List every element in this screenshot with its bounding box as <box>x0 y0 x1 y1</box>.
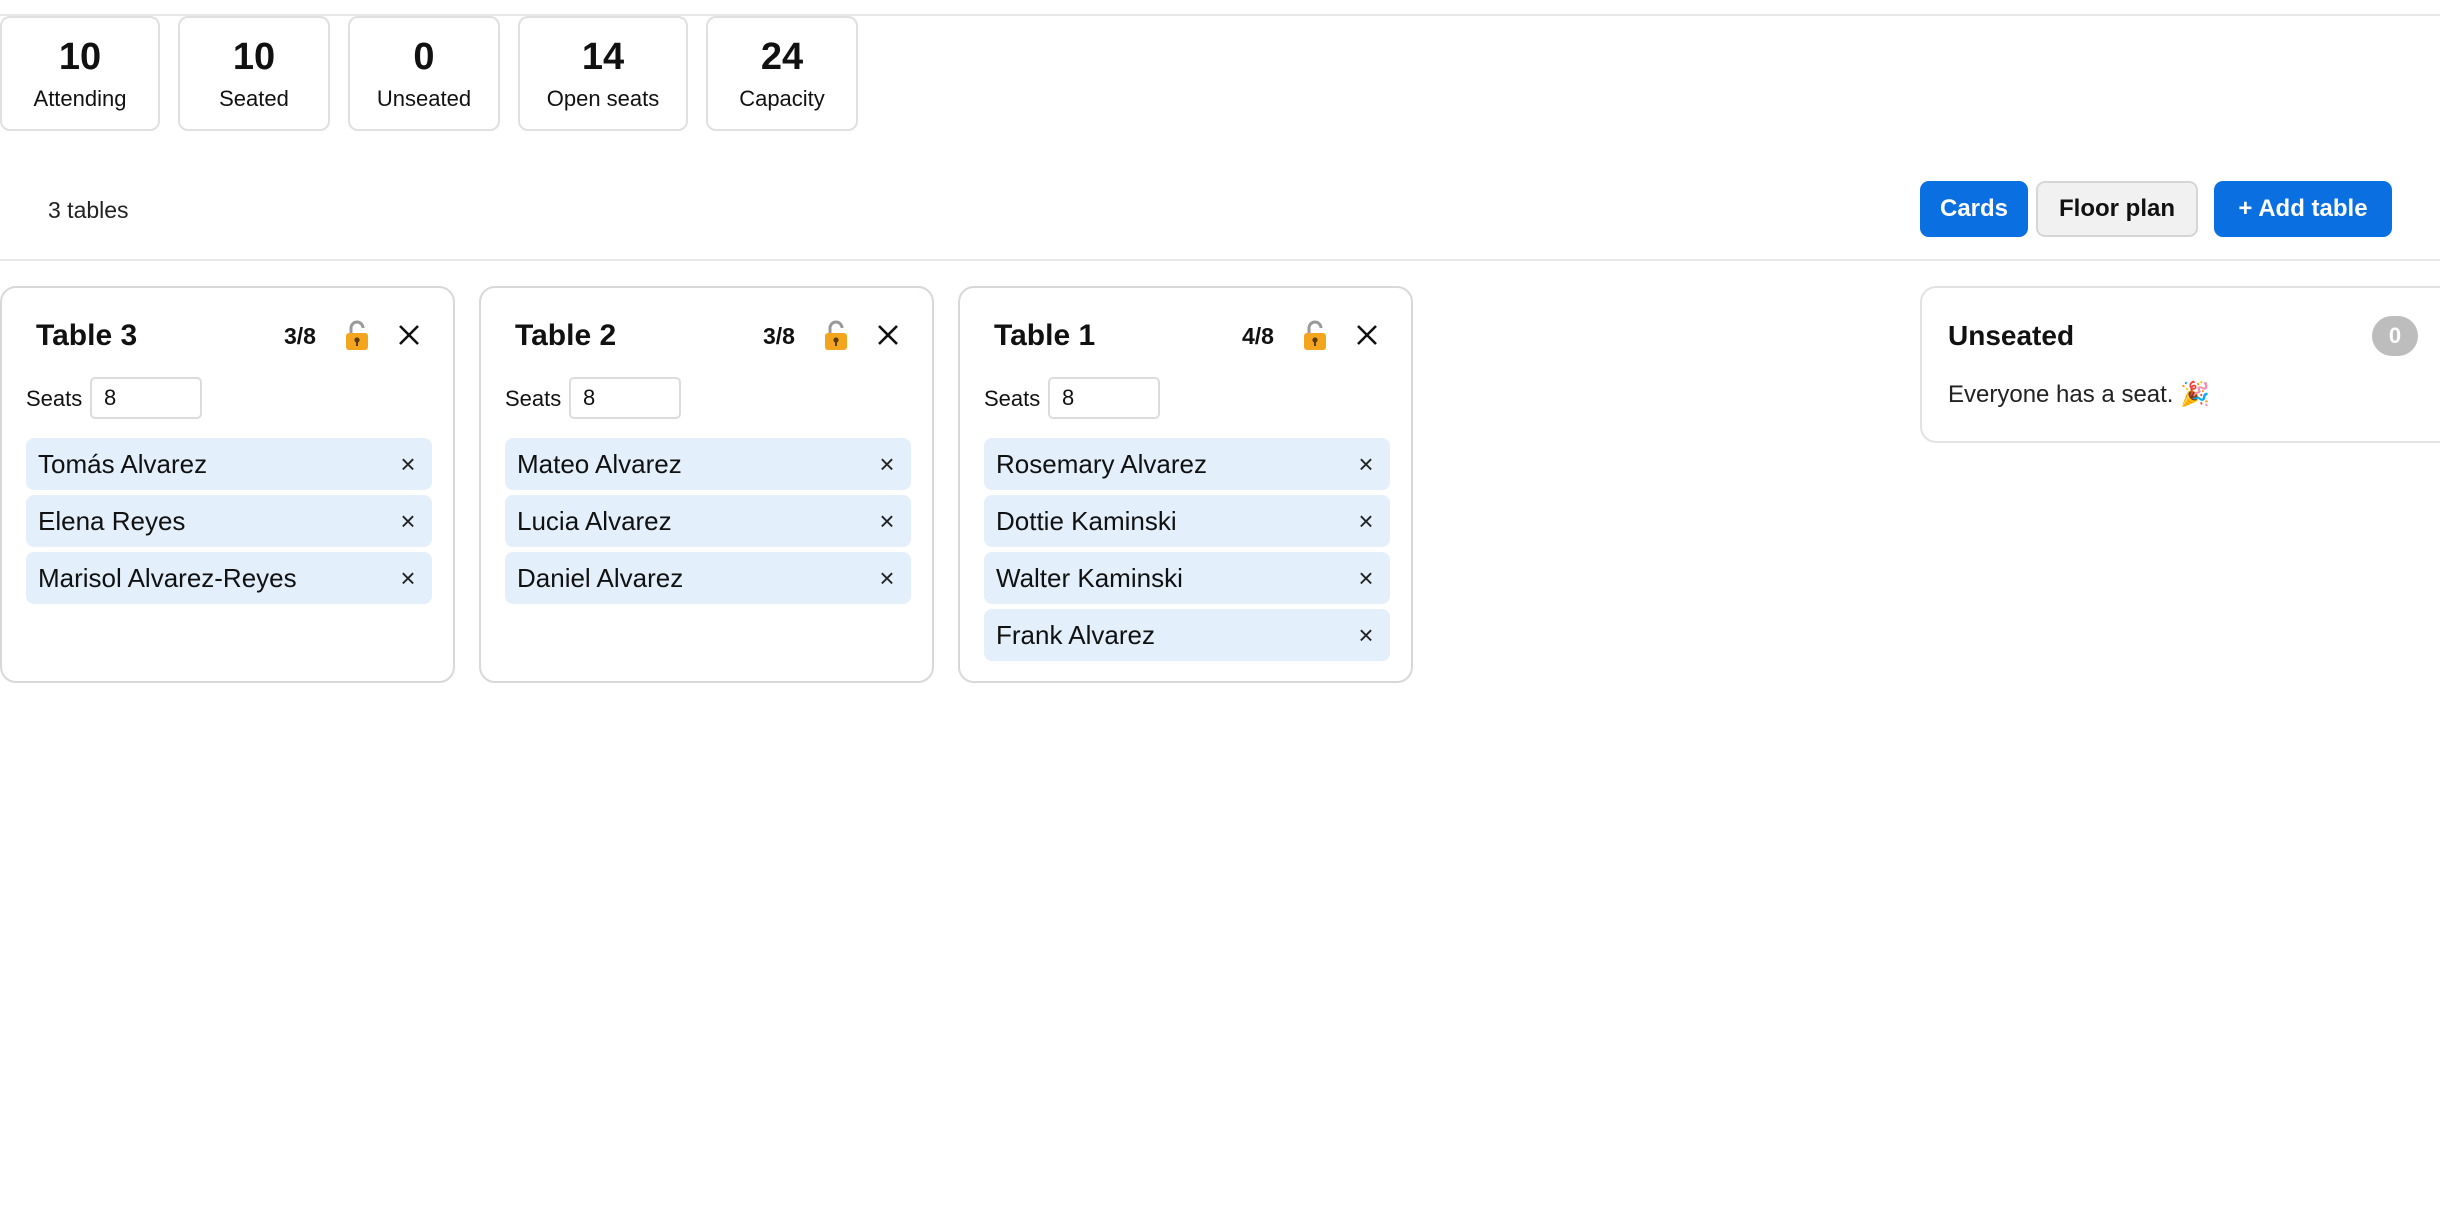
add-table-button[interactable]: + Add table <box>2214 181 2392 237</box>
guest-name: Walter Kaminski <box>996 562 1183 593</box>
table-name: Table 1 <box>994 319 1096 352</box>
stat-seated: 10 Seated <box>178 16 330 131</box>
guest-name: Daniel Alvarez <box>517 562 684 593</box>
stat-label: Attending <box>33 85 127 111</box>
seats-input[interactable] <box>569 377 681 419</box>
stat-value: 0 <box>413 35 435 78</box>
guest-chip[interactable]: Tomás Alvarez × <box>26 438 432 490</box>
guest-name: Lucia Alvarez <box>517 505 672 536</box>
unseated-count-badge: 0 <box>2372 316 2418 356</box>
seats-label: Seats <box>505 386 562 411</box>
unseated-title: Unseated <box>1948 320 2075 351</box>
table-card-2: Table 2 3/8 Seats Mateo Alvarez × Lucia … <box>479 286 934 683</box>
guest-name: Rosemary Alvarez <box>996 448 1207 479</box>
stat-capacity: 24 Capacity <box>706 16 858 131</box>
remove-guest-icon[interactable]: × <box>875 506 899 537</box>
guest-chip[interactable]: Frank Alvarez × <box>984 609 1390 661</box>
guest-chip[interactable]: Daniel Alvarez × <box>505 552 911 604</box>
guest-name: Dottie Kaminski <box>996 505 1177 536</box>
seats-label: Seats <box>26 386 83 411</box>
remove-guest-icon[interactable]: × <box>396 449 420 480</box>
stat-value: 14 <box>581 35 625 78</box>
remove-guest-icon[interactable]: × <box>396 563 420 594</box>
floor-plan-view-button[interactable]: Floor plan <box>2036 181 2198 237</box>
guest-chip[interactable]: Mateo Alvarez × <box>505 438 911 490</box>
table-occupancy: 3/8 <box>284 323 316 349</box>
stat-unseated: 0 Unseated <box>348 16 500 131</box>
remove-guest-icon[interactable]: × <box>875 563 899 594</box>
cards-view-button[interactable]: Cards <box>1920 181 2028 237</box>
stat-value: 24 <box>760 35 804 78</box>
remove-guest-icon[interactable]: × <box>1354 449 1378 480</box>
stat-label: Capacity <box>739 85 825 111</box>
guest-chip[interactable]: Rosemary Alvarez × <box>984 438 1390 490</box>
remove-guest-icon[interactable]: × <box>875 449 899 480</box>
table-card-1: Table 1 4/8 Seats Rosemary Alvarez × Dot… <box>958 286 1413 683</box>
close-icon[interactable] <box>875 322 901 348</box>
stat-label: Open seats <box>546 85 660 111</box>
table-occupancy: 3/8 <box>763 323 795 349</box>
guest-name: Frank Alvarez <box>996 619 1155 650</box>
guest-chip[interactable]: Marisol Alvarez-Reyes × <box>26 552 432 604</box>
close-icon[interactable] <box>1354 322 1380 348</box>
seats-label: Seats <box>984 386 1041 411</box>
stat-value: 10 <box>58 35 102 78</box>
stat-attending: 10 Attending <box>0 16 160 131</box>
stat-open-seats: 14 Open seats <box>518 16 688 131</box>
seats-input[interactable] <box>1048 377 1160 419</box>
guest-chip[interactable]: Lucia Alvarez × <box>505 495 911 547</box>
remove-guest-icon[interactable]: × <box>1354 620 1378 651</box>
stat-value: 10 <box>232 35 276 78</box>
unseated-panel: Unseated 0 Everyone has a seat. 🎉 <box>1920 286 2440 443</box>
guest-name: Tomás Alvarez <box>38 448 208 479</box>
guest-chip[interactable]: Walter Kaminski × <box>984 552 1390 604</box>
table-name: Table 2 <box>515 319 617 352</box>
stats-bar: 10 Attending 10 Seated 0 Unseated 14 Ope… <box>0 16 876 132</box>
guest-chip[interactable]: Elena Reyes × <box>26 495 432 547</box>
stat-label: Unseated <box>376 85 472 111</box>
table-count: 3 tables <box>48 197 129 223</box>
lock-open-icon[interactable] <box>344 320 370 352</box>
guest-name: Elena Reyes <box>38 505 186 536</box>
close-icon[interactable] <box>396 322 422 348</box>
guest-chip[interactable]: Dottie Kaminski × <box>984 495 1390 547</box>
table-card-3: Table 3 3/8 Seats Tomás Alvarez × Elena … <box>0 286 455 683</box>
unseated-message: Everyone has a seat. 🎉 <box>1948 381 2211 408</box>
stat-label: Seated <box>219 85 289 111</box>
remove-guest-icon[interactable]: × <box>1354 563 1378 594</box>
remove-guest-icon[interactable]: × <box>396 506 420 537</box>
toolbar-divider <box>0 259 2440 261</box>
lock-open-icon[interactable] <box>1302 320 1328 352</box>
table-name: Table 3 <box>36 319 138 352</box>
table-occupancy: 4/8 <box>1242 323 1274 349</box>
guest-name: Marisol Alvarez-Reyes <box>38 562 297 593</box>
seats-input[interactable] <box>90 377 202 419</box>
guest-name: Mateo Alvarez <box>517 448 682 479</box>
remove-guest-icon[interactable]: × <box>1354 506 1378 537</box>
lock-open-icon[interactable] <box>823 320 849 352</box>
